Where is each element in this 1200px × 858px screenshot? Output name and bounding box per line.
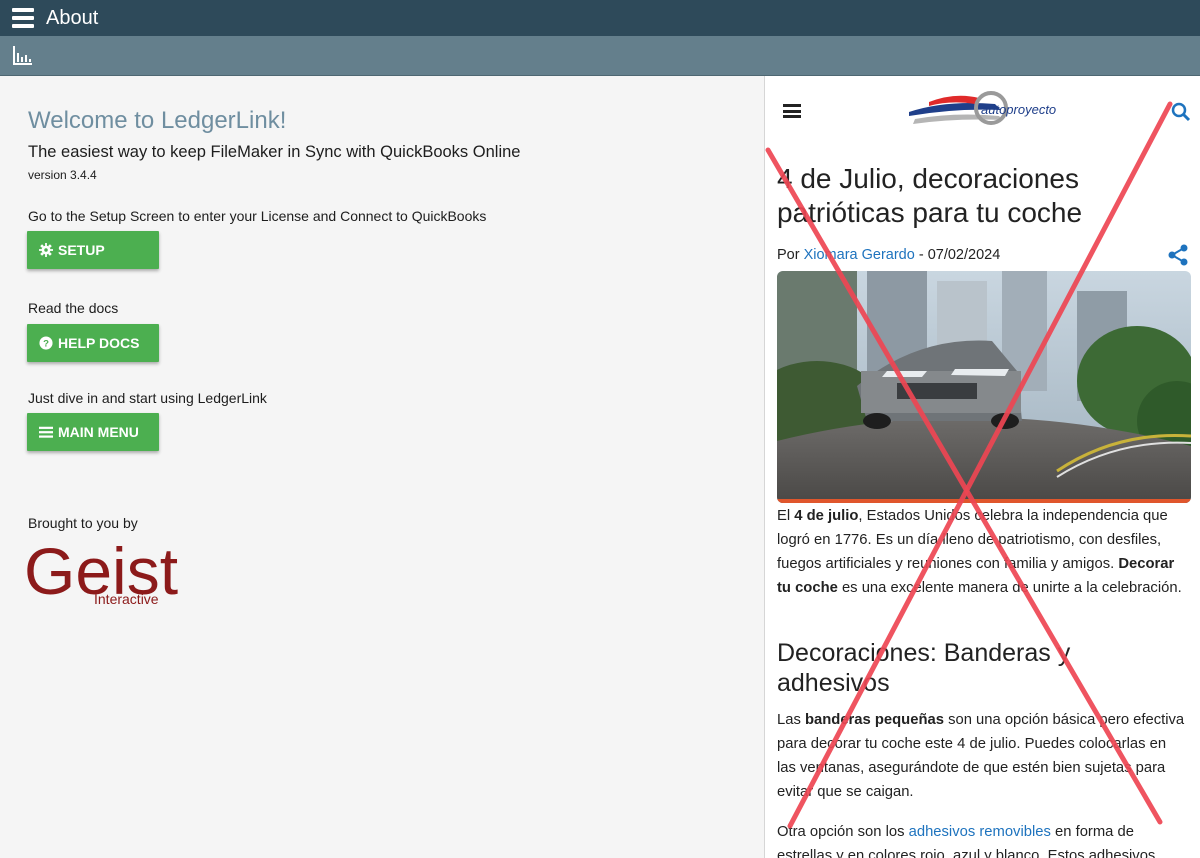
article-preview[interactable]: autoproyecto 4 de Julio, decoraciones pa… [764, 76, 1200, 858]
setup-button-label: SETUP [58, 242, 105, 258]
svg-text:autoproyecto: autoproyecto [981, 102, 1056, 117]
article-paragraph-1: El 4 de julio, Estados Unidos celebra la… [777, 508, 1182, 596]
author-link[interactable]: Xiomara Gerardo [804, 247, 915, 263]
article-headline: 4 de Julio, decoraciones patrióticas par… [777, 163, 1083, 228]
hamburger-menu-icon[interactable] [12, 8, 34, 28]
article-hero-image [777, 271, 1191, 503]
main-menu-button[interactable]: MAIN MENU [27, 413, 159, 451]
autoproyecto-logo[interactable]: autoproyecto [905, 86, 1085, 132]
article-byline: Por Xiomara Gerardo - 07/02/2024 [777, 247, 1001, 263]
title-bar: About [0, 0, 1200, 36]
setup-caption: Go to the Setup Screen to enter your Lic… [28, 208, 487, 224]
main-menu-caption: Just dive in and start using LedgerLink [28, 390, 267, 406]
version-label: version 3.4.4 [28, 168, 97, 182]
brought-by-caption: Brought to you by [28, 515, 138, 531]
window-title: About [46, 6, 99, 29]
search-icon[interactable] [1171, 102, 1191, 122]
docs-caption: Read the docs [28, 300, 119, 316]
adhesivos-link[interactable]: adhesivos removibles [909, 824, 1051, 840]
welcome-heading: Welcome to LedgerLink! [28, 107, 287, 134]
article-date: 07/02/2024 [927, 247, 1001, 263]
article-paragraph-3: Otra opción son los adhesivos removibles… [777, 824, 1156, 858]
article-paragraph-2: Las banderas pequeñas son una opción bás… [777, 712, 1185, 800]
list-icon [39, 425, 53, 439]
svg-text:Interactive: Interactive [94, 591, 159, 607]
svg-text:?: ? [43, 339, 49, 350]
site-menu-icon[interactable] [783, 104, 801, 118]
setup-button[interactable]: SETUP [27, 231, 159, 269]
gear-icon [39, 243, 53, 257]
help-docs-button-label: HELP DOCS [58, 335, 140, 351]
main-menu-button-label: MAIN MENU [58, 424, 139, 440]
article-subheading: Decoraciones: Banderas y adhesivos [777, 639, 1071, 697]
toolbar [0, 36, 1200, 76]
share-icon[interactable] [1167, 244, 1189, 266]
about-panel: Welcome to LedgerLink! The easiest way t… [0, 76, 764, 858]
help-docs-button[interactable]: ? HELP DOCS [27, 324, 159, 362]
question-circle-icon: ? [39, 336, 53, 350]
tagline: The easiest way to keep FileMaker in Syn… [28, 143, 521, 161]
bar-chart-icon[interactable] [12, 44, 34, 66]
geist-interactive-logo: Geist Interactive [24, 536, 178, 608]
